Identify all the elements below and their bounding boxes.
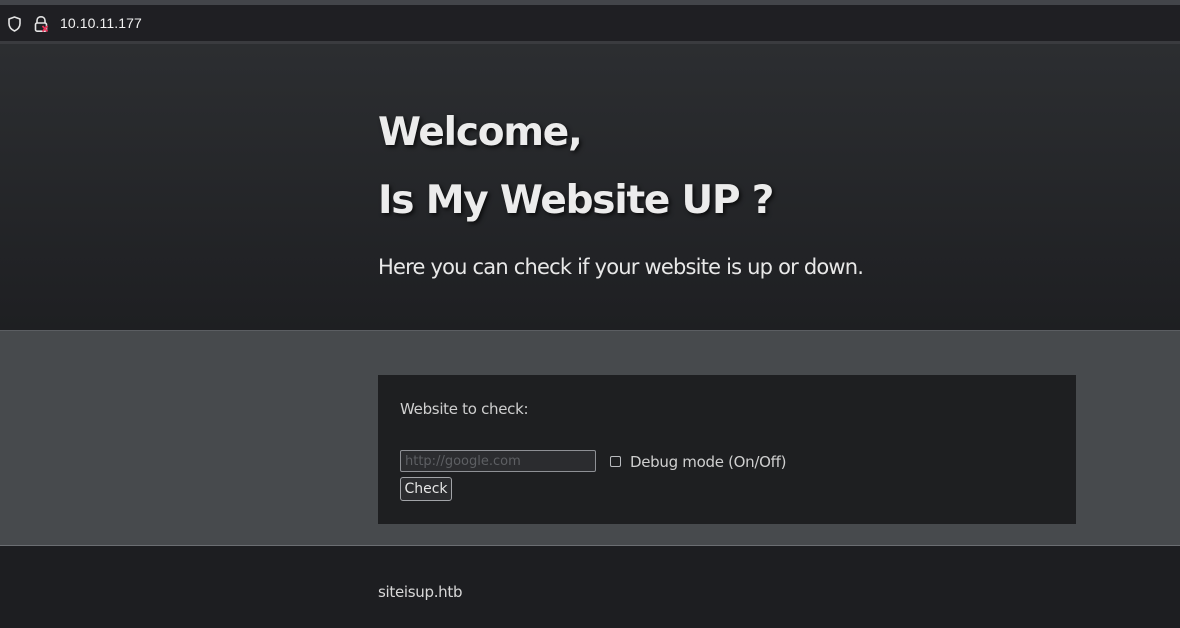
website-input[interactable]: [400, 450, 596, 472]
browser-url-bar[interactable]: 10.10.11.177: [0, 5, 1180, 44]
footer: siteisup.htb: [0, 546, 1180, 628]
hero-section: Welcome, Is My Website UP ? Here you can…: [0, 44, 1180, 331]
page-title: Is My Website UP ?: [378, 178, 774, 223]
check-form-card: Website to check: Debug mode (On/Off) Ch…: [378, 375, 1076, 524]
debug-mode-label[interactable]: Debug mode (On/Off): [630, 453, 786, 471]
website-field-label: Website to check:: [400, 400, 529, 418]
debug-mode-checkbox[interactable]: [610, 456, 621, 467]
form-section: Website to check: Debug mode (On/Off) Ch…: [0, 331, 1180, 546]
check-button[interactable]: Check: [400, 477, 452, 501]
page-subtitle: Here you can check if your website is up…: [378, 255, 864, 279]
welcome-heading: Welcome,: [378, 110, 583, 155]
url-text[interactable]: 10.10.11.177: [60, 15, 142, 31]
shield-icon[interactable]: [7, 16, 22, 32]
lock-icon[interactable]: [33, 15, 49, 33]
footer-domain: siteisup.htb: [378, 583, 463, 601]
